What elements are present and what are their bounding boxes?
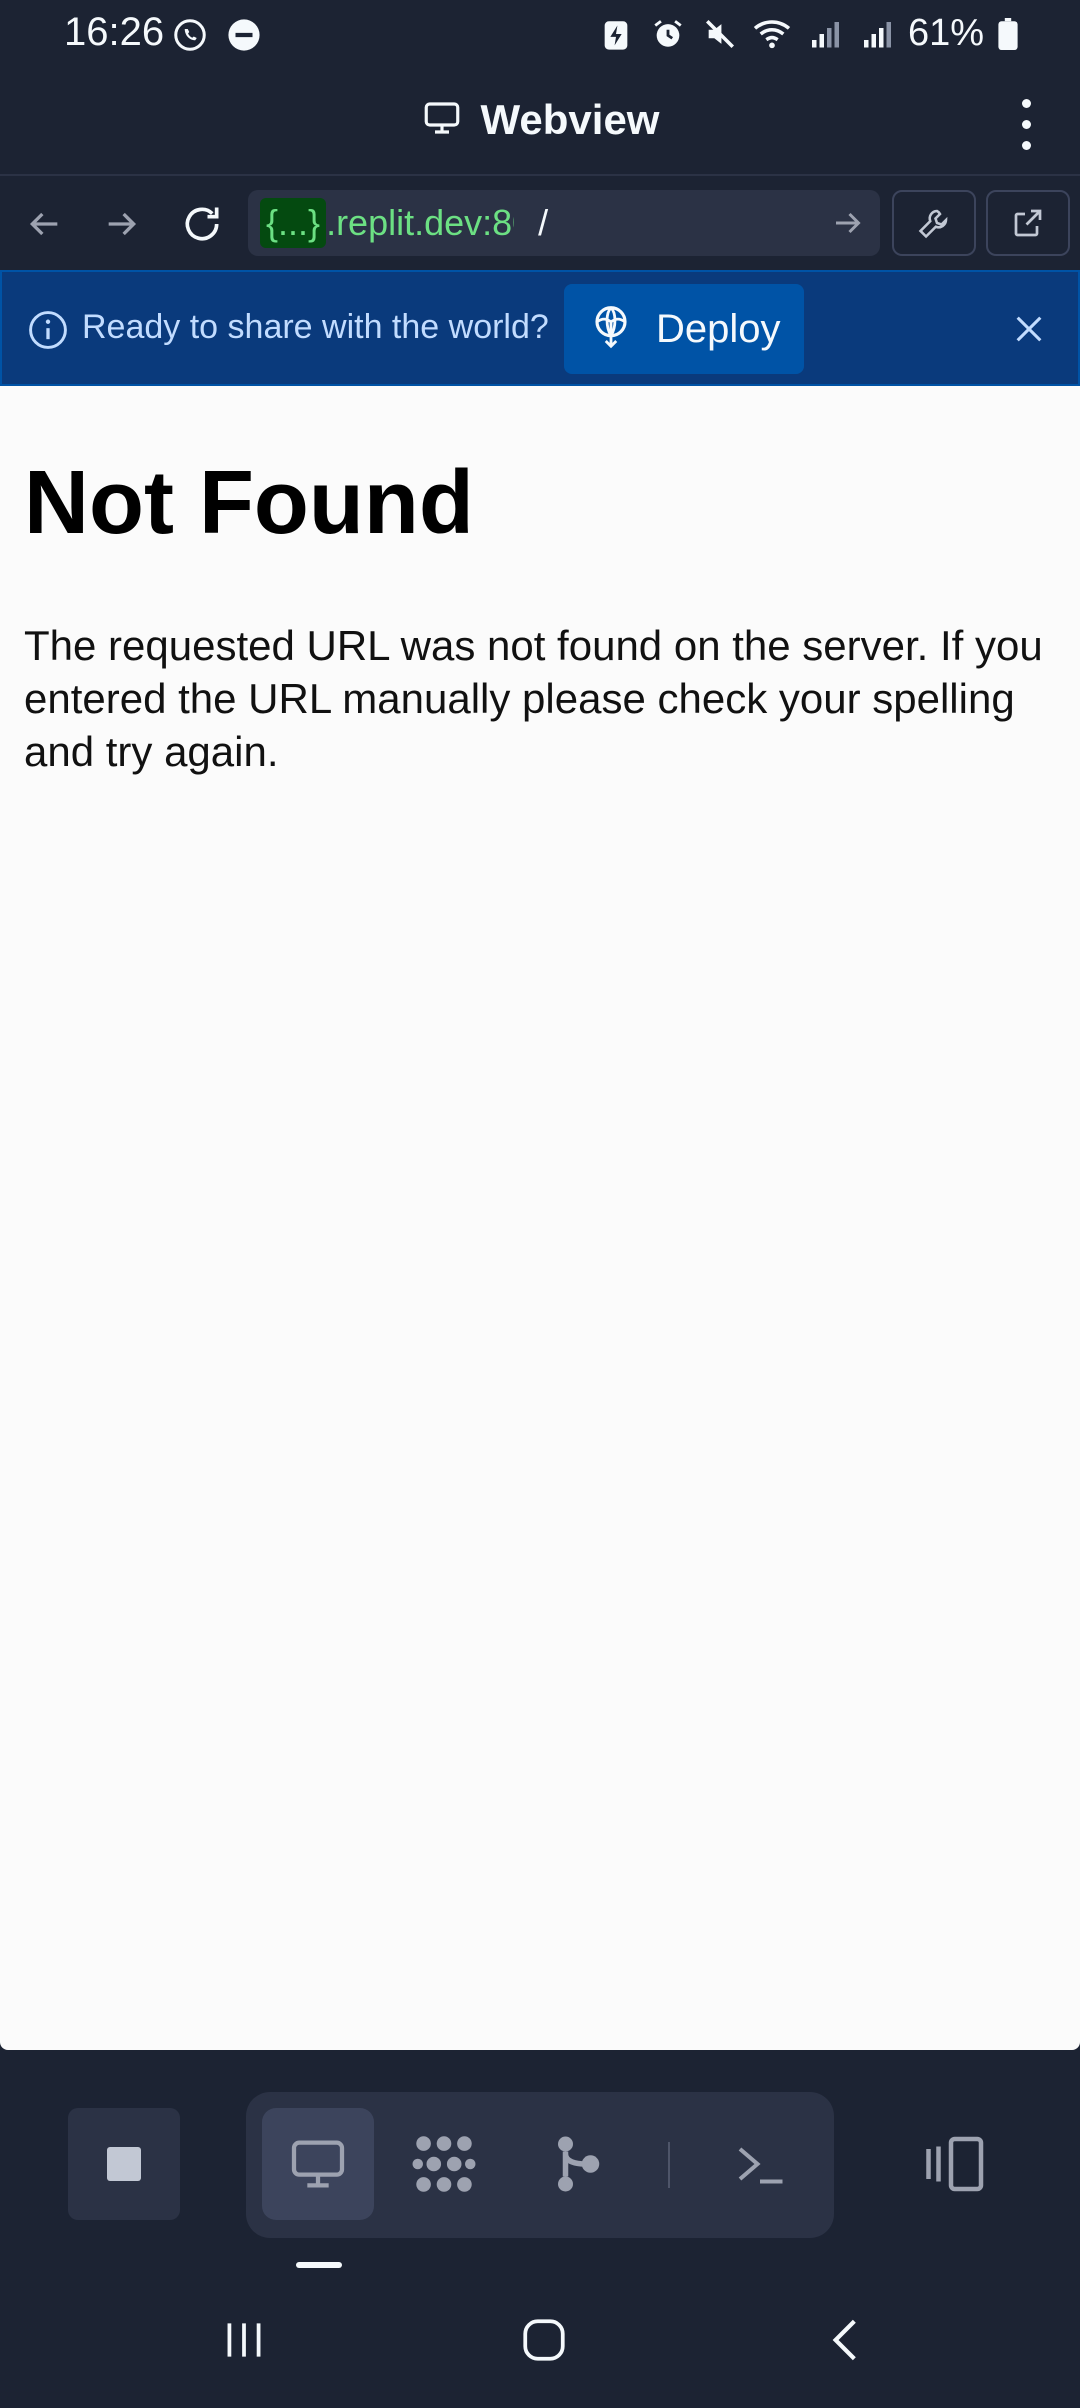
recent-apps-button[interactable] — [204, 2300, 284, 2380]
more-options-button[interactable] — [996, 90, 1056, 158]
battery-icon — [996, 14, 1020, 54]
banner-message: Ready to share with the world? — [82, 308, 549, 346]
address-bar: {...} .replit.dev:8080 / — [0, 176, 1080, 270]
signal-icon — [856, 14, 896, 54]
deploy-button[interactable]: Deploy — [564, 284, 804, 374]
title-bar: Webview — [0, 72, 1080, 176]
status-time: 16:26 — [64, 10, 165, 54]
error-message: The requested URL was not found on the s… — [24, 622, 1043, 775]
alarm-icon — [648, 14, 688, 54]
page-title: Webview — [480, 96, 660, 143]
mute-icon — [700, 14, 740, 54]
deploy-banner: Ready to share with the world? Deploy — [0, 270, 1080, 386]
signal-icon — [804, 14, 844, 54]
active-tab-indicator — [296, 2262, 342, 2268]
system-navigation — [0, 2270, 1080, 2408]
wifi-icon — [752, 14, 792, 54]
deploy-icon — [590, 304, 632, 355]
back-nav-button[interactable] — [806, 2300, 886, 2380]
bottom-toolbar — [0, 2050, 1080, 2270]
error-heading: Not Found — [24, 453, 474, 553]
layout-toggle-button[interactable] — [900, 2108, 1012, 2220]
go-arrow-icon[interactable] — [830, 203, 866, 248]
battery-saver-icon — [596, 14, 636, 54]
tab-git[interactable] — [522, 2108, 634, 2220]
toolbar-divider — [668, 2142, 670, 2188]
back-button[interactable] — [14, 194, 74, 254]
home-button[interactable] — [504, 2300, 584, 2380]
forward-button[interactable] — [92, 194, 152, 254]
devtools-button[interactable] — [892, 190, 976, 256]
url-path[interactable]: / — [538, 202, 548, 244]
open-external-button[interactable] — [986, 190, 1070, 256]
close-banner-button[interactable] — [1004, 304, 1054, 354]
url-subdomain: {...} — [260, 198, 327, 248]
url-host: .replit.dev:8080 — [326, 202, 514, 243]
tab-shell[interactable] — [704, 2108, 816, 2220]
webview-content: Not Found The requested URL was not foun… — [0, 386, 1080, 2050]
stop-icon — [107, 2147, 141, 2181]
battery-percent: 61% — [907, 12, 984, 54]
reload-button[interactable] — [172, 194, 232, 254]
deploy-label: Deploy — [656, 306, 781, 351]
stop-button[interactable] — [68, 2108, 180, 2220]
tab-webview[interactable] — [262, 2108, 374, 2220]
status-bar: 16:26 61% — [0, 0, 1080, 72]
dnd-icon — [224, 15, 264, 55]
tool-switcher — [246, 2092, 834, 2238]
url-field[interactable]: {...} .replit.dev:8080 / — [248, 190, 880, 256]
whatsapp-icon — [170, 15, 210, 55]
info-icon — [26, 308, 70, 357]
tab-workflows[interactable] — [388, 2108, 500, 2220]
monitor-icon — [421, 97, 463, 144]
